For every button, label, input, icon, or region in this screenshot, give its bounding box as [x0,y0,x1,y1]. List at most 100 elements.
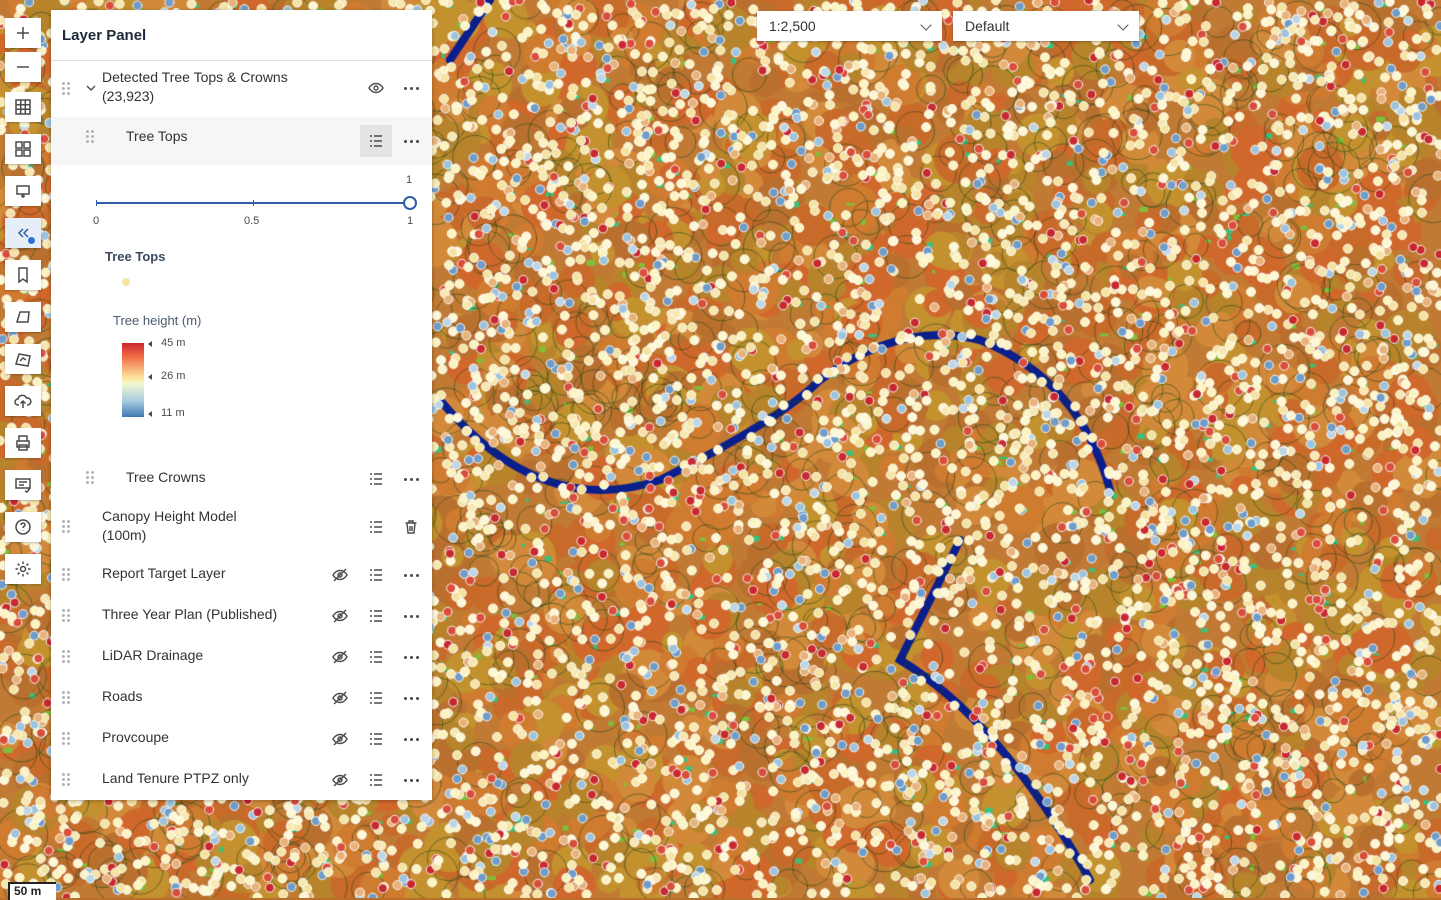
legend-symbol [122,278,130,286]
sketch-button[interactable] [5,302,41,332]
layer-label: Provcoupe [102,729,169,745]
legend-list-icon[interactable] [360,125,392,157]
eye-hidden-icon[interactable] [329,646,351,668]
add-layer-button[interactable] [5,176,41,206]
layer-label: Land Tenure PTPZ only [102,770,249,786]
slider-value-label: 1 [406,174,413,186]
slider-mid-label: 0.5 [244,215,260,227]
layer-provcoupe[interactable]: Provcoupe [51,719,432,759]
eye-hidden-icon[interactable] [329,769,351,791]
opacity-slider-thumb[interactable] [403,196,417,210]
drag-handle-icon[interactable] [62,732,70,746]
legend-list-icon[interactable] [365,605,387,627]
opacity-slider-track[interactable] [96,200,410,206]
chevron-down-icon[interactable] [80,77,102,99]
layer-three-year-plan[interactable]: Three Year Plan (Published) [51,596,432,636]
layer-label-line1: Detected Tree Tops & Crowns [102,69,288,85]
eye-icon[interactable] [365,77,387,99]
report-icon [15,478,31,493]
printer-icon [16,435,30,451]
layer-label: LiDAR Drainage [102,647,204,663]
eye-hidden-icon[interactable] [329,687,351,709]
more-options-icon[interactable] [400,728,422,750]
legend-list-icon[interactable] [365,687,387,709]
drag-handle-icon[interactable] [62,650,70,664]
panel-header: Layer Panel [51,10,432,61]
eye-hidden-icon[interactable] [329,605,351,627]
gear-icon [15,561,31,577]
legend-list-icon[interactable] [365,564,387,586]
layer-label-line2: (100m) [102,527,147,543]
cloud-upload-icon [14,394,32,408]
slider-max-label: 1 [407,215,414,227]
help-button[interactable] [5,512,41,542]
zoom-in-button[interactable] [5,18,41,48]
trash-icon[interactable] [400,516,422,538]
legend-list-icon[interactable] [365,769,387,791]
upload-button[interactable] [5,386,41,416]
scale-select[interactable]: 1:2,500 [757,11,942,41]
layer-canopy-height-model[interactable]: Canopy Height Model (100m) [51,500,432,554]
chevron-down-icon [920,19,932,31]
layer-report-target-layer[interactable]: Report Target Layer [51,555,432,595]
legend-layer-title: Tree Tops [105,249,166,264]
drag-handle-icon[interactable] [62,568,70,582]
legend-tick [148,411,152,417]
zoom-out-button[interactable] [5,52,41,82]
collapse-panel-button[interactable] [5,218,41,248]
layer-panel: Layer Panel Detected Tree Tops & Crowns … [51,10,432,800]
bookmark-button[interactable] [5,260,41,290]
sublayer-tree-tops[interactable]: Tree Tops [51,117,432,165]
color-ramp [122,343,144,417]
print-button[interactable] [5,428,41,458]
layer-roads[interactable]: Roads [51,678,432,718]
qr-layers-icon [15,141,31,157]
polygon-icon [15,311,30,323]
more-options-icon[interactable] [400,605,422,627]
legend-stop-mid: 26 m [161,370,186,382]
drag-handle-icon[interactable] [62,773,70,787]
basemap-button[interactable] [5,92,41,122]
layer-list-button[interactable] [5,134,41,164]
legend-list-icon[interactable] [365,516,387,538]
layer-label: Three Year Plan (Published) [102,606,278,622]
more-options-icon[interactable] [400,646,422,668]
eye-hidden-icon[interactable] [329,728,351,750]
layer-land-tenure[interactable]: Land Tenure PTPZ only [51,760,432,800]
minus-icon [17,66,29,68]
legend-tick [148,374,152,380]
more-options-icon[interactable] [400,687,422,709]
sublayer-tree-crowns[interactable]: Tree Crowns [51,458,432,498]
layer-lidar-drainage[interactable]: LiDAR Drainage [51,637,432,677]
layer-label: Report Target Layer [102,565,226,581]
bookmark-icon [18,267,28,284]
grid-icon [15,99,31,115]
legend-tick [148,341,152,347]
legend-list-icon[interactable] [365,468,387,490]
layer-label-line2: (23,923) [102,88,155,104]
eye-hidden-icon[interactable] [329,564,351,586]
measure-button[interactable] [5,344,41,374]
settings-button[interactable] [5,554,41,584]
drag-handle-icon[interactable] [62,82,70,96]
drag-handle-icon[interactable] [62,609,70,623]
more-options-icon[interactable] [400,769,422,791]
drag-handle-icon[interactable] [62,520,70,534]
style-select-value: Default [965,18,1010,34]
help-icon [15,519,31,535]
drag-handle-icon[interactable] [62,691,70,705]
drag-handle-icon[interactable] [86,471,94,485]
legend-list-icon[interactable] [365,728,387,750]
more-options-icon[interactable] [400,564,422,586]
legend-list-icon[interactable] [365,646,387,668]
legend-field-title: Tree height (m) [113,313,202,328]
chevron-down-icon [1117,19,1129,31]
drag-handle-icon[interactable] [86,130,94,144]
more-options-icon[interactable] [400,468,422,490]
active-indicator [28,237,35,244]
more-options-icon[interactable] [400,130,422,152]
more-options-icon[interactable] [400,77,422,99]
layer-group-tree-tops-crowns[interactable]: Detected Tree Tops & Crowns (23,923) [51,61,432,117]
style-select[interactable]: Default [953,11,1139,41]
report-button[interactable] [5,470,41,500]
